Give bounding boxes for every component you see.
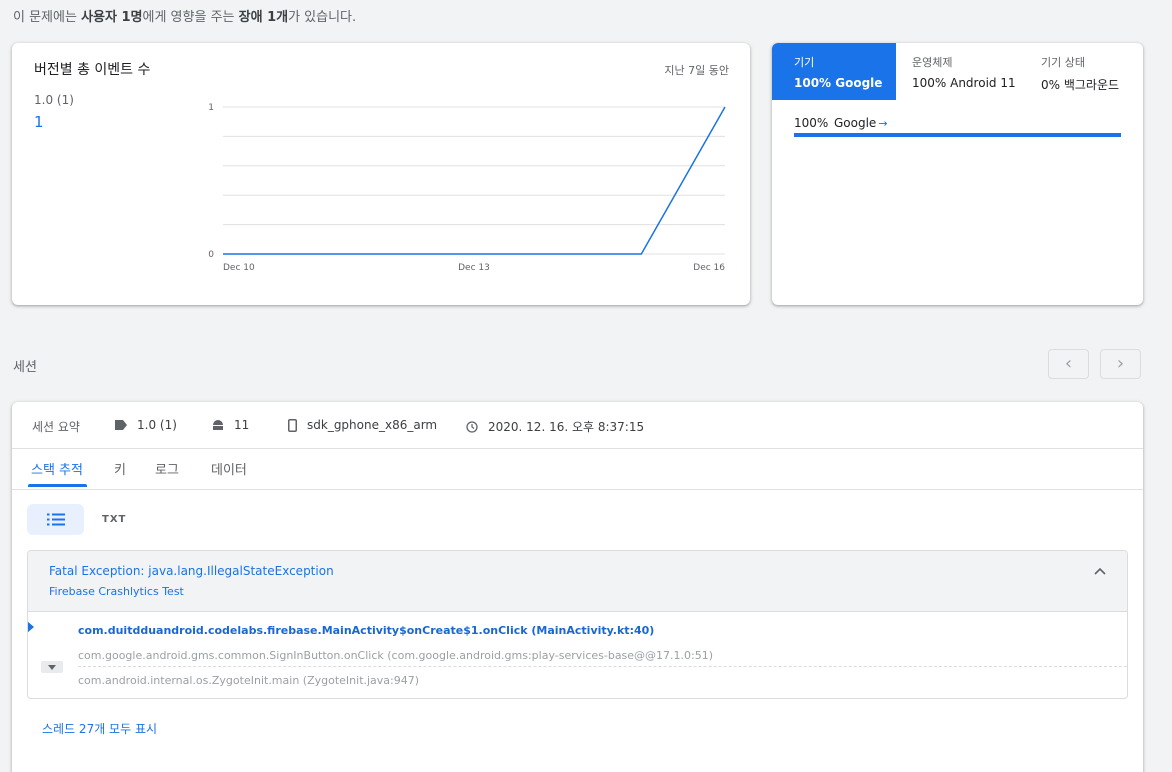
active-tab-indicator xyxy=(28,484,87,487)
y-tick-label: 1 xyxy=(208,103,214,113)
session-version-value: 1.0 (1) xyxy=(137,418,177,432)
phone-icon xyxy=(288,418,297,432)
x-tick-label: Dec 16 xyxy=(693,263,725,273)
events-by-version-card: 버전별 총 이벤트 수 지난 7일 동안 1.0 (1) 1 0 1 Dec 10 D… xyxy=(12,43,750,305)
session-os: 11 xyxy=(212,418,249,432)
divider xyxy=(12,489,1143,490)
session-version: 1.0 (1) xyxy=(115,418,177,432)
x-tick-label: Dec 10 xyxy=(223,263,255,273)
chevron-down-icon xyxy=(48,664,56,670)
tab-logs[interactable]: 로그 xyxy=(155,459,179,478)
session-summary-label: 세션 요약 xyxy=(32,420,80,434)
chevron-up-icon[interactable] xyxy=(1094,567,1106,575)
txt-view-button[interactable]: TXT xyxy=(102,514,126,525)
device-row-percent: 100% xyxy=(794,116,829,130)
y-tick-label: 0 xyxy=(208,250,214,260)
frames-divider xyxy=(78,666,1127,667)
events-line-chart: 0 1 Dec 10 Dec 13 Dec 16 xyxy=(208,103,726,273)
divider xyxy=(12,448,1143,449)
clock-icon xyxy=(466,420,478,433)
device-breakdown-card: 기기 100% Google 운영체제 100% Android 11 기기 상… xyxy=(772,43,1143,305)
session-device: sdk_gphone_x86_arm xyxy=(288,418,437,432)
device-row-name: Google xyxy=(834,116,877,130)
tab-data[interactable]: 데이터 xyxy=(211,459,247,478)
os-tab-value: 100% Android 11 xyxy=(912,76,1016,90)
list-icon xyxy=(46,513,65,526)
stack-frame: com.google.android.gms.common.SignInButt… xyxy=(78,649,714,662)
series-line xyxy=(223,106,726,255)
session-card: 세션 요약 1.0 (1) 11 sdk_gphone_x86_arm 2020… xyxy=(12,402,1143,772)
android-icon xyxy=(213,420,223,430)
device-tab-value: 100% Google xyxy=(794,76,883,90)
tab-keys[interactable]: 키 xyxy=(114,459,126,478)
show-all-threads-link[interactable]: 스레드 27개 모두 표시 xyxy=(42,720,157,737)
session-time-value: 2020. 12. 16. 오후 8:37:15 xyxy=(488,420,645,434)
tag-icon xyxy=(115,420,127,430)
issue-summary: 이 문제에는 사용자 1명에게 영향을 주는 장애 1개가 있습니다. xyxy=(13,10,357,25)
session-time: 2020. 12. 16. 오후 8:37:15 xyxy=(466,418,644,435)
device-tab-label: 기기 xyxy=(794,56,815,69)
device-state-tab[interactable]: 기기 상태 0% 백그라운드 xyxy=(1025,43,1143,100)
list-view-button[interactable] xyxy=(27,504,84,535)
arrow-right-icon: → xyxy=(878,117,888,130)
session-os-value: 11 xyxy=(234,418,250,432)
current-frame-marker xyxy=(28,621,34,633)
exception-header[interactable]: Fatal Exception: java.lang.IllegalStateE… xyxy=(28,551,1127,612)
stack-frame: com.android.internal.os.ZygoteInit.main … xyxy=(78,674,420,687)
device-state-tab-value: 0% 백그라운드 xyxy=(1041,78,1120,92)
x-tick-label: Dec 13 xyxy=(458,263,490,273)
stack-frame: com.duitdduandroid.codelabs.firebase.Mai… xyxy=(78,624,655,637)
os-tab-label: 운영체제 xyxy=(912,56,953,69)
exception-subtitle: Firebase Crashlytics Test xyxy=(49,585,184,598)
exception-panel: Fatal Exception: java.lang.IllegalStateE… xyxy=(27,550,1128,699)
device-row-google[interactable]: 100% Google → xyxy=(794,116,888,130)
prev-session-button[interactable]: ‹ xyxy=(1048,349,1089,379)
device-tab[interactable]: 기기 100% Google xyxy=(772,43,896,100)
os-tab[interactable]: 운영체제 100% Android 11 xyxy=(896,43,1025,100)
exception-title: Fatal Exception: java.lang.IllegalStateE… xyxy=(49,564,334,578)
tab-stack-trace[interactable]: 스택 추적 xyxy=(31,459,83,478)
sessions-title: 세션 xyxy=(13,360,37,375)
device-share-bar xyxy=(794,133,1121,137)
next-session-button[interactable]: › xyxy=(1100,349,1141,379)
device-state-tab-label: 기기 상태 xyxy=(1041,56,1085,69)
expand-frames-button[interactable] xyxy=(41,661,63,673)
session-device-value: sdk_gphone_x86_arm xyxy=(307,418,438,432)
